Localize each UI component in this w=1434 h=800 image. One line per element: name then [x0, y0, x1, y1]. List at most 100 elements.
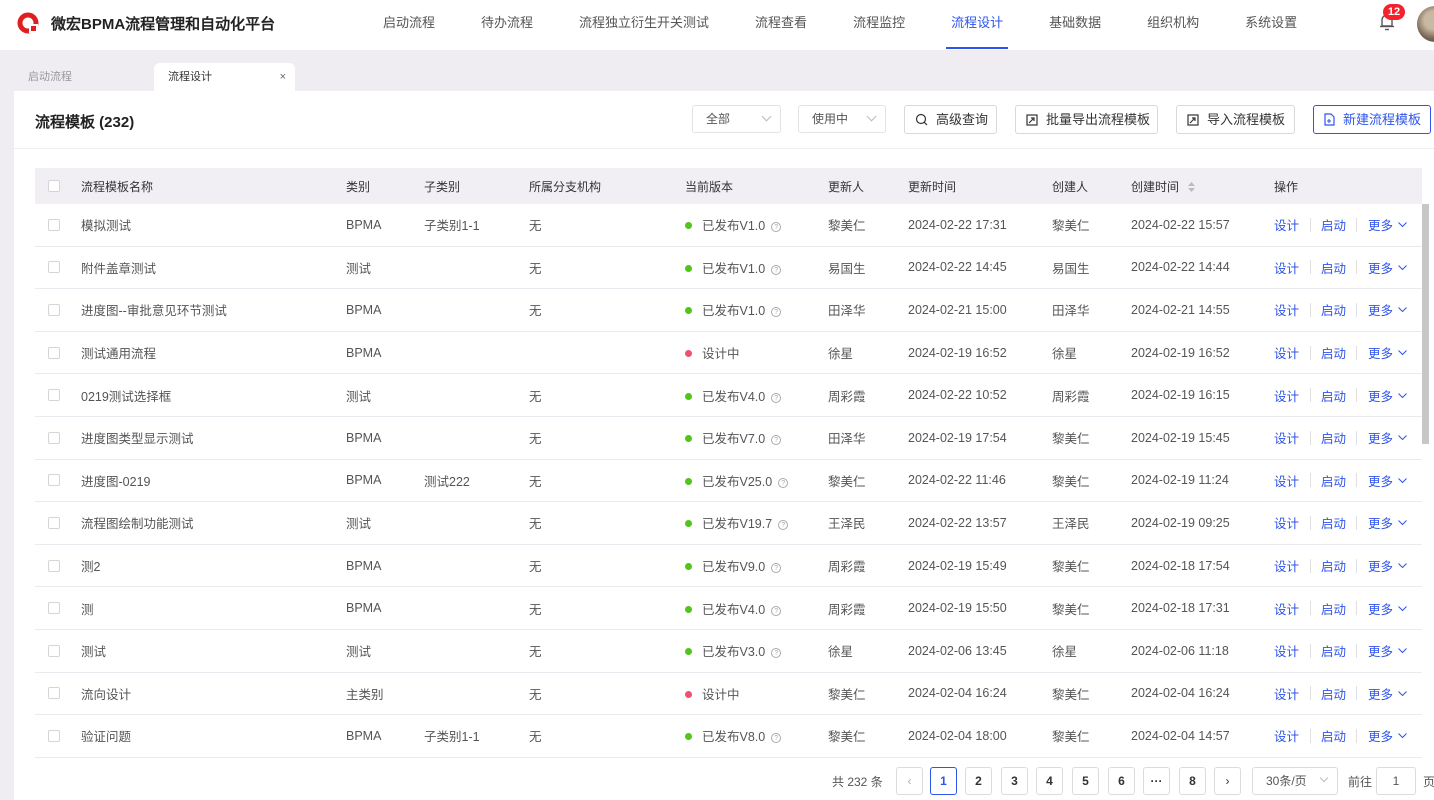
close-icon[interactable]: × [280, 63, 286, 91]
help-icon[interactable]: ? [771, 435, 782, 446]
row-checkbox[interactable] [48, 559, 60, 572]
nav-item[interactable]: 组织机构 [1124, 0, 1222, 50]
start-link[interactable]: 启动 [1321, 215, 1346, 234]
more-dropdown[interactable]: 更多 [1368, 343, 1407, 362]
more-pages-button[interactable]: ··· [1143, 767, 1170, 795]
start-link[interactable]: 启动 [1321, 556, 1346, 575]
nav-item[interactable]: 待办流程 [458, 0, 556, 50]
row-checkbox[interactable] [48, 261, 60, 274]
design-link[interactable]: 设计 [1274, 215, 1299, 234]
row-checkbox[interactable] [48, 474, 60, 487]
help-icon[interactable]: ? [771, 392, 782, 403]
more-dropdown[interactable]: 更多 [1368, 300, 1407, 319]
nav-item[interactable]: 流程独立衍生开关测试 [556, 0, 732, 50]
design-link[interactable]: 设计 [1274, 258, 1299, 277]
design-link[interactable]: 设计 [1274, 300, 1299, 319]
design-link[interactable]: 设计 [1274, 556, 1299, 575]
table-row[interactable]: 流向设计 主类别 无 黎美仁 2024-02-04 16:24 黎美仁 2024-02-04… [35, 673, 1422, 716]
page-button[interactable]: 8 [1179, 767, 1206, 795]
help-icon[interactable]: ? [778, 520, 789, 531]
more-dropdown[interactable]: 更多 [1368, 641, 1407, 660]
design-link[interactable]: 设计 [1274, 471, 1299, 490]
nav-item[interactable]: 系统设置 [1222, 0, 1320, 50]
table-row[interactable]: 测试 测试 无 徐星 2024-02-06 13:45 徐星 2024-02-06 11:1… [35, 630, 1422, 673]
prev-page-button[interactable]: ‹ [896, 767, 923, 795]
nav-item[interactable]: 流程设计 [928, 0, 1026, 50]
help-icon[interactable]: ? [771, 307, 782, 318]
user-avatar[interactable] [1417, 6, 1434, 42]
table-row[interactable]: 附件盖章测试 测试 无 易国生 2024-02-22 14:45 易国生 2024-02-2… [35, 247, 1422, 290]
advanced-search-button[interactable]: 高级查询 [904, 105, 997, 134]
row-checkbox[interactable] [48, 346, 60, 359]
create-template-button[interactable]: 新建流程模板 [1313, 105, 1431, 134]
tab-start-process[interactable]: 启动流程 [14, 63, 86, 91]
design-link[interactable]: 设计 [1274, 513, 1299, 532]
start-link[interactable]: 启动 [1321, 258, 1346, 277]
page-button[interactable]: 4 [1036, 767, 1063, 795]
row-checkbox[interactable] [48, 218, 60, 231]
select-all-checkbox[interactable] [48, 180, 60, 192]
bulk-export-button[interactable]: 批量导出流程模板 [1015, 105, 1158, 134]
table-row[interactable]: 0219测试选择框 测试 无 周彩霞 2024-02-22 10:52 周彩霞 2024-0… [35, 374, 1422, 417]
row-checkbox[interactable] [48, 303, 60, 316]
row-checkbox[interactable] [48, 431, 60, 444]
start-link[interactable]: 启动 [1321, 471, 1346, 490]
start-link[interactable]: 启动 [1321, 386, 1346, 405]
table-row[interactable]: 测2 BPMA 无 周彩霞 2024-02-19 15:49 黎美仁 2024-02-18 … [35, 545, 1422, 588]
nav-item[interactable]: 启动流程 [360, 0, 458, 50]
start-link[interactable]: 启动 [1321, 599, 1346, 618]
page-button[interactable]: 1 [930, 767, 957, 795]
col-created[interactable]: 创建时间 [1131, 178, 1196, 195]
more-dropdown[interactable]: 更多 [1368, 386, 1407, 405]
nav-item[interactable]: 流程监控 [830, 0, 928, 50]
table-row[interactable]: 进度图--审批意见环节测试 BPMA 无 田泽华 2024-02-21 15:00 田泽华… [35, 289, 1422, 332]
more-dropdown[interactable]: 更多 [1368, 599, 1407, 618]
help-icon[interactable]: ? [771, 648, 782, 659]
table-row[interactable]: 模拟测试 BPMA 子类别1-1 无 黎美仁 2024-02-22 17:31 黎美仁 202… [35, 204, 1422, 247]
table-row[interactable]: 测 BPMA 无 周彩霞 2024-02-19 15:50 黎美仁 2024-02-18 1… [35, 587, 1422, 630]
row-checkbox[interactable] [48, 729, 60, 742]
row-checkbox[interactable] [48, 602, 60, 615]
sort-icon[interactable] [1188, 182, 1196, 193]
table-row[interactable]: 进度图类型显示测试 BPMA 无 田泽华 2024-02-19 17:54 黎美仁 2024… [35, 417, 1422, 460]
design-link[interactable]: 设计 [1274, 726, 1299, 745]
page-button[interactable]: 6 [1108, 767, 1135, 795]
import-button[interactable]: 导入流程模板 [1176, 105, 1295, 134]
table-scrollbar[interactable] [1422, 204, 1429, 444]
more-dropdown[interactable]: 更多 [1368, 684, 1407, 703]
more-dropdown[interactable]: 更多 [1368, 513, 1407, 532]
tab-process-design[interactable]: 流程设计 × [154, 63, 295, 91]
page-button[interactable]: 2 [965, 767, 992, 795]
page-button[interactable]: 5 [1072, 767, 1099, 795]
table-row[interactable]: 测试通用流程 BPMA 徐星 2024-02-19 16:52 徐星 2024-02-19… [35, 332, 1422, 375]
goto-page-input[interactable]: 1 [1376, 767, 1416, 795]
start-link[interactable]: 启动 [1321, 513, 1346, 532]
nav-item[interactable]: 流程查看 [732, 0, 830, 50]
table-row[interactable]: 进度图-0219 BPMA 测试222 无 黎美仁 2024-02-22 11:46 黎美仁… [35, 460, 1422, 503]
more-dropdown[interactable]: 更多 [1368, 471, 1407, 490]
help-icon[interactable]: ? [771, 563, 782, 574]
table-row[interactable]: 验证问题 BPMA 子类别1-1 无 黎美仁 2024-02-04 18:00 黎美仁 202… [35, 715, 1422, 758]
help-icon[interactable]: ? [771, 222, 782, 233]
design-link[interactable]: 设计 [1274, 343, 1299, 362]
row-checkbox[interactable] [48, 687, 60, 700]
design-link[interactable]: 设计 [1274, 684, 1299, 703]
more-dropdown[interactable]: 更多 [1368, 215, 1407, 234]
help-icon[interactable]: ? [771, 605, 782, 616]
more-dropdown[interactable]: 更多 [1368, 258, 1407, 277]
more-dropdown[interactable]: 更多 [1368, 726, 1407, 745]
table-row[interactable]: 流程图绘制功能测试 测试 无 王泽民 2024-02-22 13:57 王泽民 2024-0… [35, 502, 1422, 545]
start-link[interactable]: 启动 [1321, 343, 1346, 362]
page-size-select[interactable]: 30条/页 [1252, 767, 1338, 795]
row-checkbox[interactable] [48, 644, 60, 657]
next-page-button[interactable]: › [1214, 767, 1241, 795]
start-link[interactable]: 启动 [1321, 684, 1346, 703]
design-link[interactable]: 设计 [1274, 641, 1299, 660]
row-checkbox[interactable] [48, 516, 60, 529]
more-dropdown[interactable]: 更多 [1368, 556, 1407, 575]
nav-item[interactable]: 基础数据 [1026, 0, 1124, 50]
design-link[interactable]: 设计 [1274, 386, 1299, 405]
design-link[interactable]: 设计 [1274, 428, 1299, 447]
category-filter-select[interactable]: 全部 [692, 105, 781, 133]
status-filter-select[interactable]: 使用中 [798, 105, 886, 133]
